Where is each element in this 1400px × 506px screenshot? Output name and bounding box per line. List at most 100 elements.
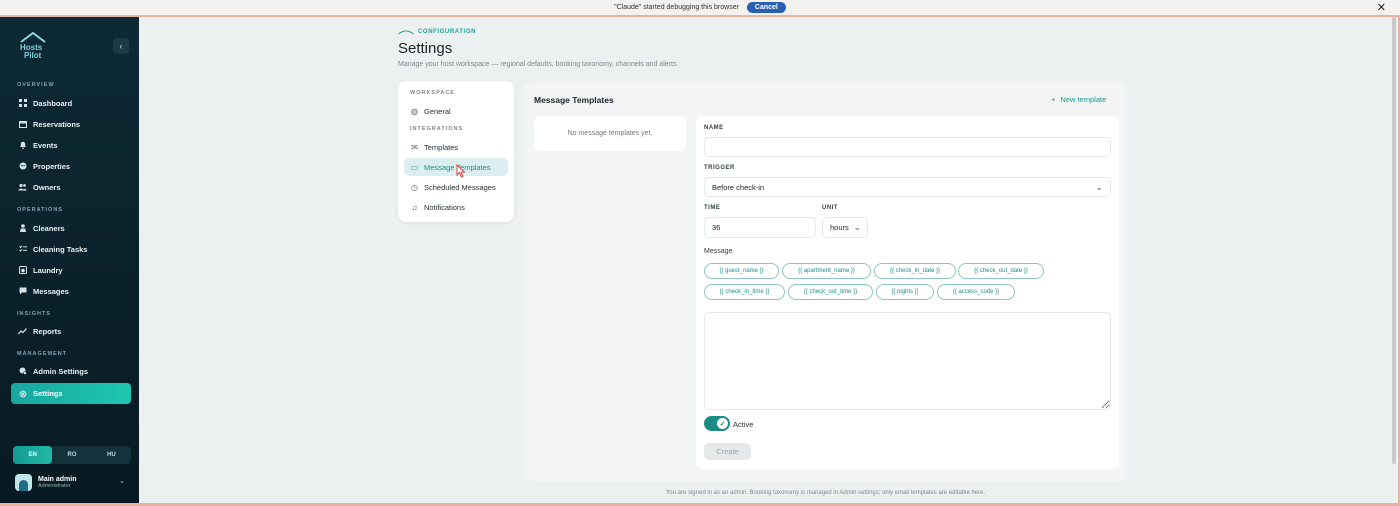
chat-icon: ▭	[410, 162, 419, 172]
sidebar-item-label: Settings	[33, 389, 63, 398]
workspace-section-label: WORKSPACE	[410, 90, 455, 96]
message-label: Message	[704, 248, 733, 255]
settings-nav: WORKSPACE ◍ General INTEGRATIONS ✉ Templ…	[398, 81, 514, 222]
section-management: MANAGEMENT	[17, 351, 68, 357]
debugging-text: "Claude" started debugging this browser	[614, 4, 739, 11]
bell-icon	[18, 141, 27, 150]
variable-chip-check-out-time[interactable]: {{ check_out_time }}	[788, 284, 873, 300]
checklist-icon	[18, 245, 27, 254]
panel-title: Message Templates	[534, 95, 614, 105]
avatar	[15, 473, 32, 491]
sidebar-item-label: Reports	[33, 326, 62, 336]
active-toggle[interactable]: ✓	[704, 416, 730, 431]
sidebar-item-properties[interactable]: Properties	[11, 157, 131, 175]
create-button[interactable]: Create	[704, 443, 751, 460]
page-title: Settings	[398, 40, 453, 57]
footer-note: You are signed in as an admin. Booking t…	[665, 490, 986, 496]
variable-chip-check-out-date[interactable]: {{ check_out_date }}	[958, 263, 1044, 279]
trigger-label: TRIGGER	[704, 165, 735, 171]
time-input[interactable]: 36	[704, 217, 816, 238]
sidebar-item-label: Properties	[33, 161, 71, 171]
laundry-icon	[18, 266, 27, 275]
person-icon	[18, 224, 27, 233]
sidebar-item-owners[interactable]: Owners	[11, 178, 131, 196]
language-switcher: EN RO HU	[13, 446, 131, 464]
sidebar-item-cleaners[interactable]: Cleaners	[11, 219, 131, 237]
sidebar-item-admin-settings[interactable]: Admin Settings	[11, 362, 131, 380]
chevron-down-icon: ⌄	[119, 478, 125, 485]
section-operations: OPERATIONS	[17, 207, 63, 213]
time-label: TIME	[704, 205, 721, 211]
section-insights: INSIGHTS	[17, 311, 51, 317]
variable-chip-check-in-time[interactable]: {{ check_in_time }}	[704, 284, 785, 300]
variable-chip-access-code[interactable]: {{ access_code }}	[937, 284, 1015, 300]
settings-nav-label: Notifications	[424, 202, 465, 212]
message-textarea[interactable]	[704, 312, 1111, 410]
mail-icon: ✉	[411, 142, 418, 152]
sidebar-item-settings[interactable]: Settings	[11, 383, 131, 404]
sidebar: Hosts Pilot ‹ OVERVIEW Dashboard Reserva…	[0, 17, 139, 506]
chevron-down-icon: ⌄	[1095, 182, 1103, 192]
users-icon	[18, 183, 27, 192]
sidebar-item-reservations[interactable]: Reservations	[11, 115, 131, 133]
sidebar-item-label: Owners	[33, 182, 61, 192]
sidebar-item-label: Dashboard	[33, 98, 73, 108]
trigger-value: Before check-in	[712, 182, 765, 192]
globe-icon	[18, 162, 27, 171]
close-icon[interactable]: ✕	[1377, 1, 1386, 14]
settings-nav-notifications[interactable]: ♫ Notifications	[404, 198, 508, 216]
bell-icon: ♫	[411, 202, 418, 212]
variable-chip-guest-name[interactable]: {{ guest_name }}	[704, 263, 779, 279]
name-input[interactable]	[704, 137, 1111, 157]
section-overview: OVERVIEW	[17, 82, 55, 88]
active-label: Active	[733, 420, 754, 429]
clock-icon: ◷	[411, 182, 418, 192]
variable-chip-nights[interactable]: {{ nights }}	[876, 284, 934, 300]
unit-label: UNIT	[822, 205, 838, 211]
time-value: 36	[712, 223, 721, 232]
page-subtitle: Manage your host workspace — regional de…	[398, 61, 679, 68]
scrollbar[interactable]	[1392, 17, 1396, 464]
globe-icon: ◍	[411, 106, 418, 116]
integrations-section-label: INTEGRATIONS	[410, 126, 464, 132]
language-hu-button[interactable]: HU	[92, 446, 131, 464]
sidebar-item-reports[interactable]: Reports	[11, 322, 131, 340]
sidebar-item-label: Reservations	[33, 119, 81, 129]
cancel-debug-button[interactable]: Cancel	[746, 2, 786, 13]
collapse-sidebar-button[interactable]: ‹	[113, 38, 129, 54]
variable-chip-apartment-name[interactable]: {{ apartment_name }}	[782, 263, 871, 279]
templates-empty-state: No message templates yet.	[534, 116, 686, 151]
breadcrumb-label: CONFIGURATION	[418, 29, 477, 35]
sidebar-item-label: Admin Settings	[33, 366, 89, 376]
unit-value: hours	[830, 223, 849, 232]
sidebar-item-events[interactable]: Events	[11, 136, 131, 154]
sidebar-item-messages[interactable]: Messages	[11, 282, 131, 300]
trigger-select[interactable]: Before check-in ⌄	[704, 177, 1111, 197]
user-menu[interactable]: Main admin Administrator ⌄	[15, 470, 131, 494]
gear-icon	[18, 389, 27, 398]
unit-select[interactable]: hours ⌄	[822, 217, 868, 238]
language-ro-button[interactable]: RO	[52, 446, 91, 464]
language-en-button[interactable]: EN	[13, 446, 53, 464]
sidebar-item-dashboard[interactable]: Dashboard	[11, 94, 131, 112]
new-template-button[interactable]: + New template	[1051, 95, 1106, 104]
admin-icon	[18, 367, 27, 376]
mouse-cursor-icon	[456, 164, 466, 178]
wave-icon	[398, 30, 414, 35]
breadcrumb: CONFIGURATION	[398, 29, 476, 35]
svg-text:Pilot: Pilot	[24, 51, 42, 60]
check-icon: ✓	[717, 418, 728, 429]
user-role: Administrator	[38, 482, 71, 489]
settings-nav-scheduled-messages[interactable]: ◷ Scheduled Messages	[404, 178, 508, 196]
sidebar-item-label: Cleaning Tasks	[33, 244, 88, 254]
settings-nav-general[interactable]: ◍ General	[404, 102, 508, 120]
settings-nav-templates[interactable]: ✉ Templates	[404, 138, 508, 156]
variable-chip-check-in-date[interactable]: {{ check_in_date }}	[874, 263, 956, 279]
chevron-down-icon: ⌄	[853, 222, 861, 232]
settings-nav-label: Scheduled Messages	[424, 182, 496, 192]
calendar-icon	[18, 120, 27, 129]
sidebar-item-laundry[interactable]: Laundry	[11, 261, 131, 279]
sidebar-item-cleaning-tasks[interactable]: Cleaning Tasks	[11, 240, 131, 258]
debugging-banner: "Claude" started debugging this browser …	[0, 0, 1400, 17]
grid-icon	[18, 99, 27, 108]
